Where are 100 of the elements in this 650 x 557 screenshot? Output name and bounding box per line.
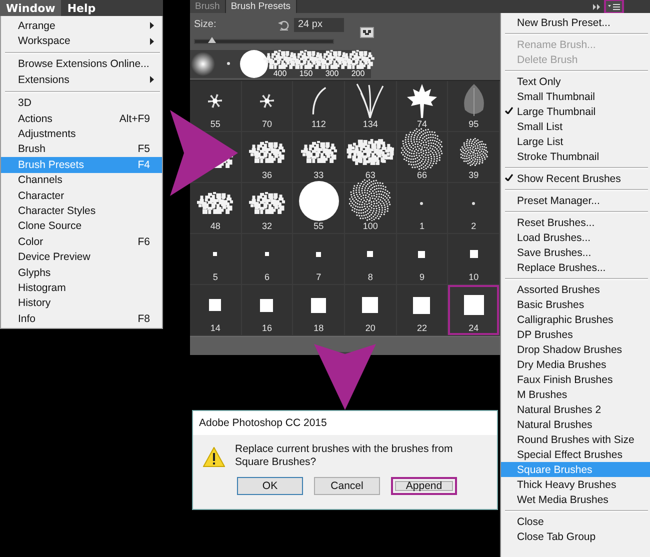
menu-bar-item[interactable]: Window <box>0 0 62 16</box>
brush-preset[interactable]: 100 <box>345 182 397 234</box>
brush-preset[interactable]: 112 <box>293 80 345 132</box>
brush-preset[interactable]: 66 <box>396 132 448 183</box>
brush-preset[interactable]: 18 <box>293 284 345 336</box>
menu-item[interactable]: Show Recent Brushes <box>501 171 650 186</box>
brush-size: 63 <box>365 170 376 180</box>
menu-item[interactable]: Device Preview <box>1 249 162 265</box>
menu-item[interactable]: Actions Alt+F9 <box>1 110 162 126</box>
brush-preset[interactable]: 95 <box>448 80 500 132</box>
menu-item[interactable]: Character Styles <box>1 203 162 219</box>
brush-preset[interactable]: 7 <box>293 234 345 285</box>
slider-thumb[interactable] <box>208 36 216 43</box>
menu-item[interactable]: Histogram <box>1 280 162 296</box>
panel-tab[interactable]: Brush Presets <box>226 0 296 13</box>
menu-item[interactable]: Info F8 <box>1 311 162 326</box>
menu-item[interactable]: Drop Shadow Brushes <box>501 342 650 357</box>
menu-item[interactable]: Stroke Thumbnail <box>501 149 650 164</box>
brush-preset[interactable]: 48 <box>190 182 242 234</box>
curved-stroke-icon <box>310 86 328 116</box>
brush-preset[interactable]: 55 <box>293 182 345 234</box>
brush-size: 33 <box>314 170 324 180</box>
menu-item[interactable]: Special Effect Brushes <box>501 447 650 462</box>
starburst-brush-icon <box>258 93 275 110</box>
menu-item[interactable]: Dry Media Brushes <box>501 357 650 372</box>
brush-size: 66 <box>416 170 427 180</box>
reset-icon[interactable] <box>278 18 290 31</box>
menu-item[interactable]: Adjustments <box>1 126 162 142</box>
menu-item[interactable]: DP Brushes <box>501 327 650 342</box>
brush-size: 36 <box>262 170 272 180</box>
brush-preset[interactable]: 16 <box>242 284 294 336</box>
menu-item[interactable]: Brush F5 <box>1 142 162 158</box>
menu-item[interactable]: Save Brushes... <box>501 245 650 260</box>
brush-preset[interactable]: 74 <box>396 80 448 132</box>
menu-item[interactable]: 3D <box>1 96 162 111</box>
menu-item[interactable]: New Brush Preset... <box>501 15 650 30</box>
square-brush-icon <box>418 250 426 258</box>
brush-preset[interactable]: 70 <box>242 80 294 132</box>
collapse-arrows-icon[interactable] <box>593 4 601 10</box>
menu-item[interactable]: Faux Finish Brushes <box>501 372 650 387</box>
menu-item[interactable]: Arrange <box>1 18 162 34</box>
menu-item[interactable]: Browse Extensions Online... <box>1 56 162 72</box>
square-brush-icon <box>209 299 222 312</box>
menu-item[interactable]: Round Brushes with Size <box>501 432 650 447</box>
brush-preset[interactable]: 24 <box>448 284 500 336</box>
brush-preset[interactable]: 5 <box>190 234 242 285</box>
menu-item[interactable]: Load Brushes... <box>501 230 650 245</box>
menu-item[interactable]: Large Thumbnail <box>501 104 650 119</box>
menu-item[interactable]: Clone Source <box>1 218 162 234</box>
menu-item[interactable]: Text Only <box>501 74 650 89</box>
new-preset-icon[interactable] <box>360 25 374 38</box>
menu-item[interactable]: Small List <box>501 119 650 134</box>
menu-item[interactable]: Thick Heavy Brushes <box>501 477 650 492</box>
menu-item[interactable]: Channels <box>1 172 162 188</box>
size-field[interactable]: 24 px <box>294 18 344 32</box>
brush-preset[interactable]: 14 <box>190 284 242 336</box>
menu-item[interactable]: Wet Media Brushes <box>501 492 650 507</box>
starburst-brush-icon <box>207 93 224 110</box>
menu-item[interactable]: Reset Brushes... <box>501 215 650 230</box>
menu-item[interactable]: Natural Brushes <box>501 417 650 432</box>
brush-preset[interactable]: 63 <box>345 132 397 183</box>
brush-preset[interactable]: 32 <box>242 182 294 234</box>
brush-preset[interactable]: 6 <box>242 234 294 285</box>
brush-preset[interactable]: 8 <box>345 234 397 285</box>
size-slider[interactable] <box>194 38 334 44</box>
brush-size: 48 <box>210 220 220 231</box>
submenu-arrow-icon <box>150 22 154 30</box>
menu-item[interactable]: Close Tab Group <box>501 529 650 544</box>
dialog-button[interactable]: Cancel <box>314 477 380 495</box>
brush-preset[interactable]: 36 <box>242 132 294 183</box>
menu-item[interactable]: Workspace <box>1 33 162 49</box>
square-brush-icon <box>213 252 218 256</box>
brush-preset[interactable]: 134 <box>345 80 397 132</box>
menu-item[interactable]: Color F6 <box>1 234 162 250</box>
panel-tab[interactable]: Brush <box>190 0 226 13</box>
menu-item[interactable]: Calligraphic Brushes <box>501 312 650 327</box>
menu-item[interactable]: Replace Brushes... <box>501 260 650 275</box>
dialog-button[interactable]: OK <box>237 477 303 495</box>
panel-menu-button[interactable] <box>604 0 624 14</box>
menu-item[interactable]: Extensions <box>1 72 162 88</box>
menu-item[interactable]: Close <box>501 514 650 529</box>
menu-item[interactable]: M Brushes <box>501 387 650 402</box>
scatter-brush-icon <box>400 128 443 170</box>
brush-preset[interactable]: 9 <box>396 234 448 285</box>
menu-item[interactable]: Assorted Brushes <box>501 282 650 297</box>
menu-item[interactable]: History <box>1 296 162 312</box>
menu-item[interactable]: Basic Brushes <box>501 297 650 312</box>
menu-item[interactable]: Small Thumbnail <box>501 89 650 104</box>
brush-preset[interactable]: 1 <box>396 182 448 234</box>
menu-bar-item[interactable]: Help <box>61 0 102 16</box>
menu-item[interactable]: Character <box>1 188 162 204</box>
dialog-button[interactable]: Append <box>391 477 457 495</box>
menu-item[interactable]: Natural Brushes 2 <box>501 402 650 417</box>
menu-item[interactable]: Large List <box>501 134 650 149</box>
brush-preset[interactable]: 20 <box>345 284 397 336</box>
square-brush-icon <box>470 250 478 258</box>
brush-size: 70 <box>262 118 272 129</box>
brush-preset[interactable]: 33 <box>293 132 345 183</box>
menu-item[interactable]: Glyphs <box>1 264 162 280</box>
menu-item[interactable]: Preset Manager... <box>501 193 650 208</box>
